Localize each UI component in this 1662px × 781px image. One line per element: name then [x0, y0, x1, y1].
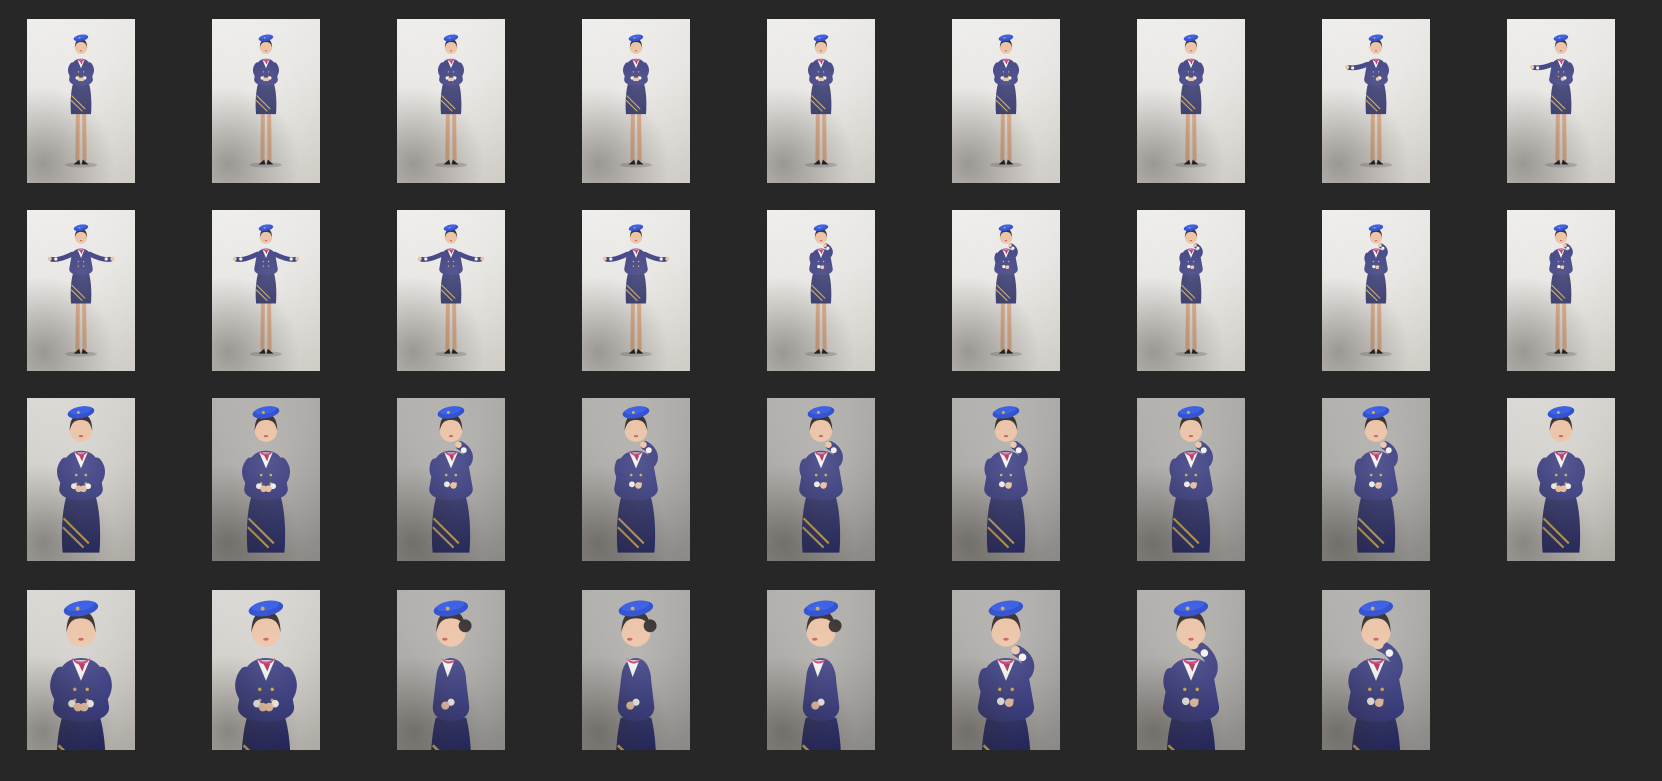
flight-attendant-figure [990, 224, 1022, 357]
flight-attendant-figure [1174, 34, 1208, 168]
photo-thumbnail-row-2-9[interactable] [1507, 210, 1615, 371]
flight-attendant-figure [1347, 600, 1405, 750]
flight-attendant-figure [57, 406, 105, 553]
photo-thumbnail-row-1-1[interactable] [27, 19, 135, 183]
flight-attendant-figure [50, 600, 112, 750]
photo-thumbnail-row-2-8[interactable] [1322, 210, 1430, 371]
photo-thumbnail-row-4-1[interactable] [27, 590, 135, 750]
photo-thumbnail-row-3-6[interactable] [952, 398, 1060, 561]
flight-attendant-figure [799, 406, 843, 553]
gallery-row-4 [27, 590, 1430, 750]
photo-thumbnail-row-3-7[interactable] [1137, 398, 1245, 561]
photo-thumbnail-row-1-3[interactable] [397, 19, 505, 183]
photo-thumbnail-row-1-4[interactable] [582, 19, 690, 183]
flight-attendant-figure [64, 34, 98, 168]
gallery-page [0, 0, 1662, 781]
flight-attendant-figure [249, 34, 283, 168]
flight-attendant-figure [616, 600, 657, 750]
flight-attendant-figure [619, 34, 653, 168]
photo-thumbnail-row-1-6[interactable] [952, 19, 1060, 183]
flight-attendant-figure [235, 600, 297, 750]
flight-attendant-figure [1537, 406, 1585, 553]
photo-thumbnail-row-1-5[interactable] [767, 19, 875, 183]
flight-attendant-figure [242, 406, 290, 553]
flight-attendant-figure [1162, 600, 1220, 750]
flight-attendant-figure [1169, 406, 1213, 553]
photo-thumbnail-row-2-5[interactable] [767, 210, 875, 371]
photo-thumbnail-row-2-3[interactable] [397, 210, 505, 371]
photo-thumbnail-row-4-3[interactable] [397, 590, 505, 750]
photo-thumbnail-row-3-8[interactable] [1322, 398, 1430, 561]
photo-thumbnail-row-3-3[interactable] [397, 398, 505, 561]
photo-thumbnail-row-2-4[interactable] [582, 210, 690, 371]
flight-attendant-figure [989, 34, 1023, 168]
photo-thumbnail-row-3-5[interactable] [767, 398, 875, 561]
flight-attendant-figure [805, 224, 837, 357]
photo-thumbnail-row-3-4[interactable] [582, 398, 690, 561]
flight-attendant-figure [602, 224, 670, 357]
flight-attendant-figure [431, 600, 472, 750]
flight-attendant-figure [1345, 34, 1393, 168]
flight-attendant-figure [614, 406, 658, 553]
gallery-row-2 [27, 210, 1615, 371]
photo-thumbnail-row-4-8[interactable] [1322, 590, 1430, 750]
photo-thumbnail-row-3-2[interactable] [212, 398, 320, 561]
photo-thumbnail-row-4-6[interactable] [952, 590, 1060, 750]
flight-attendant-figure [1545, 224, 1577, 357]
flight-attendant-figure [417, 224, 485, 357]
flight-attendant-figure [429, 406, 473, 553]
flight-attendant-figure [1175, 224, 1207, 357]
photo-thumbnail-row-1-9[interactable] [1507, 19, 1615, 183]
gallery-row-3 [27, 398, 1615, 561]
photo-thumbnail-row-4-2[interactable] [212, 590, 320, 750]
flight-attendant-figure [984, 406, 1028, 553]
photo-thumbnail-row-3-9[interactable] [1507, 398, 1615, 561]
flight-attendant-figure [801, 600, 842, 750]
photo-thumbnail-row-2-6[interactable] [952, 210, 1060, 371]
flight-attendant-figure [1354, 406, 1398, 553]
flight-attendant-figure [47, 224, 115, 357]
photo-thumbnail-row-3-1[interactable] [27, 398, 135, 561]
photo-thumbnail-row-1-8[interactable] [1322, 19, 1430, 183]
flight-attendant-figure [1530, 34, 1578, 168]
flight-attendant-figure [1360, 224, 1392, 357]
flight-attendant-figure [434, 34, 468, 168]
photo-thumbnail-row-2-7[interactable] [1137, 210, 1245, 371]
photo-thumbnail-row-1-7[interactable] [1137, 19, 1245, 183]
flight-attendant-figure [804, 34, 838, 168]
photo-thumbnail-row-4-4[interactable] [582, 590, 690, 750]
flight-attendant-figure [232, 224, 300, 357]
photo-thumbnail-row-4-7[interactable] [1137, 590, 1245, 750]
gallery-row-1 [27, 19, 1615, 183]
photo-thumbnail-row-2-2[interactable] [212, 210, 320, 371]
photo-thumbnail-row-2-1[interactable] [27, 210, 135, 371]
photo-thumbnail-row-1-2[interactable] [212, 19, 320, 183]
photo-thumbnail-row-4-5[interactable] [767, 590, 875, 750]
flight-attendant-figure [977, 600, 1035, 750]
